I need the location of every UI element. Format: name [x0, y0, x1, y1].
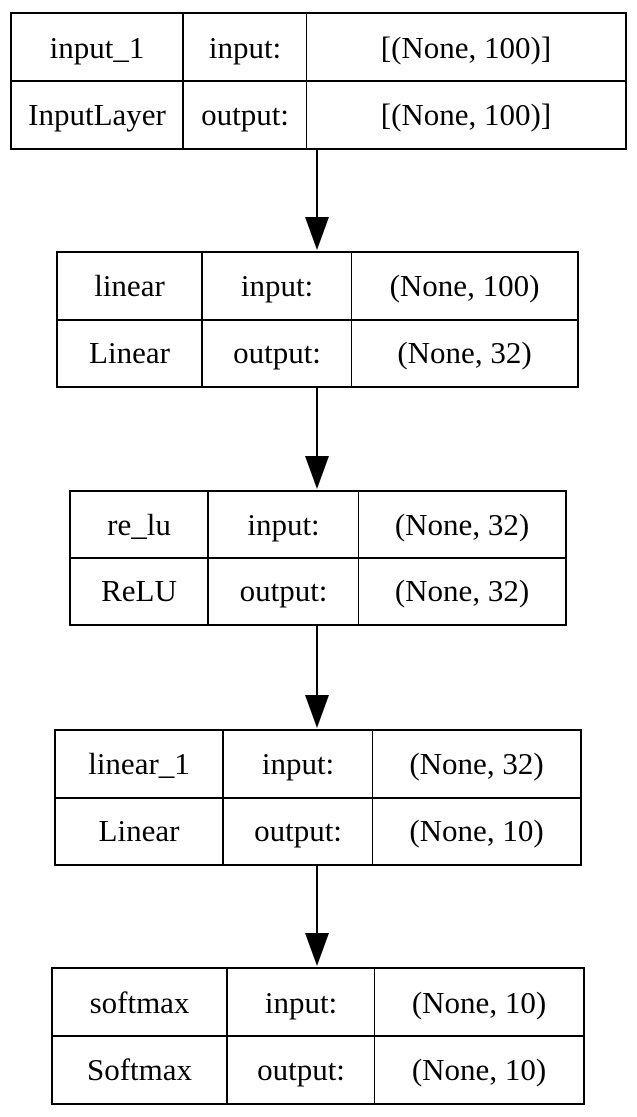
node-row-output: InputLayer output: [(None, 100)]: [12, 80, 625, 148]
node-row-output: Linear output: (None, 32): [58, 318, 577, 386]
layer-name: softmax: [53, 969, 227, 1036]
node-row-input: input_1 input: [(None, 100)]: [12, 14, 625, 82]
input-label: input:: [202, 253, 352, 320]
layer-name: input_1: [12, 14, 183, 81]
output-shape: (None, 32): [394, 573, 530, 608]
layer-class: Linear: [58, 319, 202, 386]
output-shape: [(None, 100)]: [380, 96, 552, 132]
output-shape: (None, 10): [411, 1051, 547, 1087]
edge-input_1-to-linear: [305, 149, 329, 250]
layer-name: re_lu: [71, 492, 208, 558]
edge-linear-to-re_lu: [305, 387, 329, 489]
node-row-output: ReLU output: (None, 32): [71, 557, 565, 624]
input-label: input:: [223, 731, 373, 798]
output-label: output:: [227, 1036, 375, 1103]
output-label: output:: [208, 558, 359, 624]
layer-node-re_lu: re_lu input: (None, 32) ReLU output: (No…: [69, 490, 567, 626]
layer-node-softmax: softmax input: (None, 10) Softmax output…: [51, 967, 585, 1105]
output-label: output:: [202, 319, 352, 386]
output-label: output:: [223, 797, 373, 864]
input-shape: (None, 32): [394, 507, 530, 542]
input-shape: (None, 100): [389, 268, 540, 304]
output-shape: (None, 10): [409, 812, 544, 848]
node-row-input: softmax input: (None, 10): [53, 969, 583, 1037]
arrowhead-icon: [305, 217, 329, 250]
arrowhead-icon: [305, 456, 329, 489]
output-label: output:: [183, 81, 307, 148]
node-row-input: linear_1 input: (None, 32): [56, 731, 580, 799]
layer-class: Linear: [56, 797, 223, 864]
input-label: input:: [227, 969, 375, 1036]
edge-re_lu-to-linear_1: [305, 625, 329, 728]
layer-class: InputLayer: [12, 81, 183, 148]
layer-name: linear_1: [56, 731, 223, 798]
input-shape: (None, 32): [409, 746, 544, 782]
node-row-input: linear input: (None, 100): [58, 253, 577, 321]
layer-node-linear: linear input: (None, 100) Linear output:…: [56, 251, 579, 388]
layer-class: ReLU: [71, 558, 208, 624]
output-shape: (None, 32): [397, 334, 532, 370]
input-label: input:: [208, 492, 359, 558]
layer-node-input_1: input_1 input: [(None, 100)] InputLayer …: [10, 12, 627, 150]
node-row-output: Linear output: (None, 10): [56, 796, 580, 864]
node-row-output: Softmax output: (None, 10): [53, 1035, 583, 1103]
arrowhead-icon: [305, 933, 329, 966]
input-label: input:: [183, 14, 307, 81]
input-shape: [(None, 100)]: [380, 29, 552, 65]
node-row-input: re_lu input: (None, 32): [71, 492, 565, 559]
layer-node-linear_1: linear_1 input: (None, 32) Linear output…: [54, 729, 582, 866]
layer-class: Softmax: [53, 1036, 227, 1103]
edge-linear_1-to-softmax: [305, 865, 329, 966]
input-shape: (None, 10): [411, 984, 547, 1020]
layer-name: linear: [58, 253, 202, 320]
arrowhead-icon: [305, 695, 329, 728]
